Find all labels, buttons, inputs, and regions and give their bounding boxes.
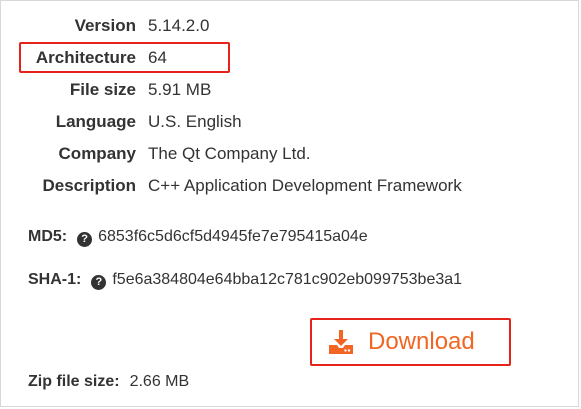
sha1-label: SHA-1:: [28, 271, 82, 288]
zip-size-value: 2.66 MB: [129, 373, 190, 390]
md5-value: 6853f6c5d6cf5d4945fe7e795415a04e: [98, 228, 368, 245]
zip-size-row: Zip file size: 2.66 MB: [28, 367, 189, 397]
sha1-value: f5e6a384804e64bba12c781c902eb099753be3a1: [112, 271, 463, 288]
download-highlight: Download: [310, 318, 511, 366]
detail-value: The Qt Company Ltd.: [148, 144, 311, 163]
detail-label: File size: [69, 80, 136, 99]
md5-label: MD5:: [28, 228, 68, 245]
md5-row: MD5:? 6853f6c5d6cf5d4945fe7e795415a04e: [28, 222, 368, 252]
detail-row-company: Company The Qt Company Ltd.: [0, 138, 581, 170]
detail-label: Version: [74, 16, 136, 35]
question-circle-icon[interactable]: ?: [91, 275, 107, 290]
architecture-highlight: [19, 42, 230, 73]
download-tray-icon: [329, 330, 353, 354]
zip-size-label: Zip file size:: [28, 373, 120, 390]
detail-row-file-size: File size 5.91 MB: [0, 74, 581, 106]
download-label: Download: [368, 328, 475, 355]
detail-value: 5.91 MB: [148, 80, 212, 99]
detail-label: Description: [42, 176, 136, 195]
sha1-row: SHA-1:? f5e6a384804e64bba12c781c902eb0997…: [28, 265, 462, 295]
detail-label: Language: [55, 112, 136, 131]
detail-label: Company: [58, 144, 136, 163]
question-circle-icon[interactable]: ?: [77, 232, 93, 247]
detail-row-language: Language U.S. English: [0, 106, 581, 138]
detail-value: 5.14.2.0: [148, 16, 210, 35]
detail-value: C++ Application Development Framework: [148, 176, 462, 195]
detail-row-version: Version 5.14.2.0: [0, 10, 581, 42]
download-button[interactable]: Download: [320, 323, 502, 361]
detail-row-description: Description C++ Application Development …: [0, 170, 581, 202]
detail-value: U.S. English: [148, 112, 242, 131]
